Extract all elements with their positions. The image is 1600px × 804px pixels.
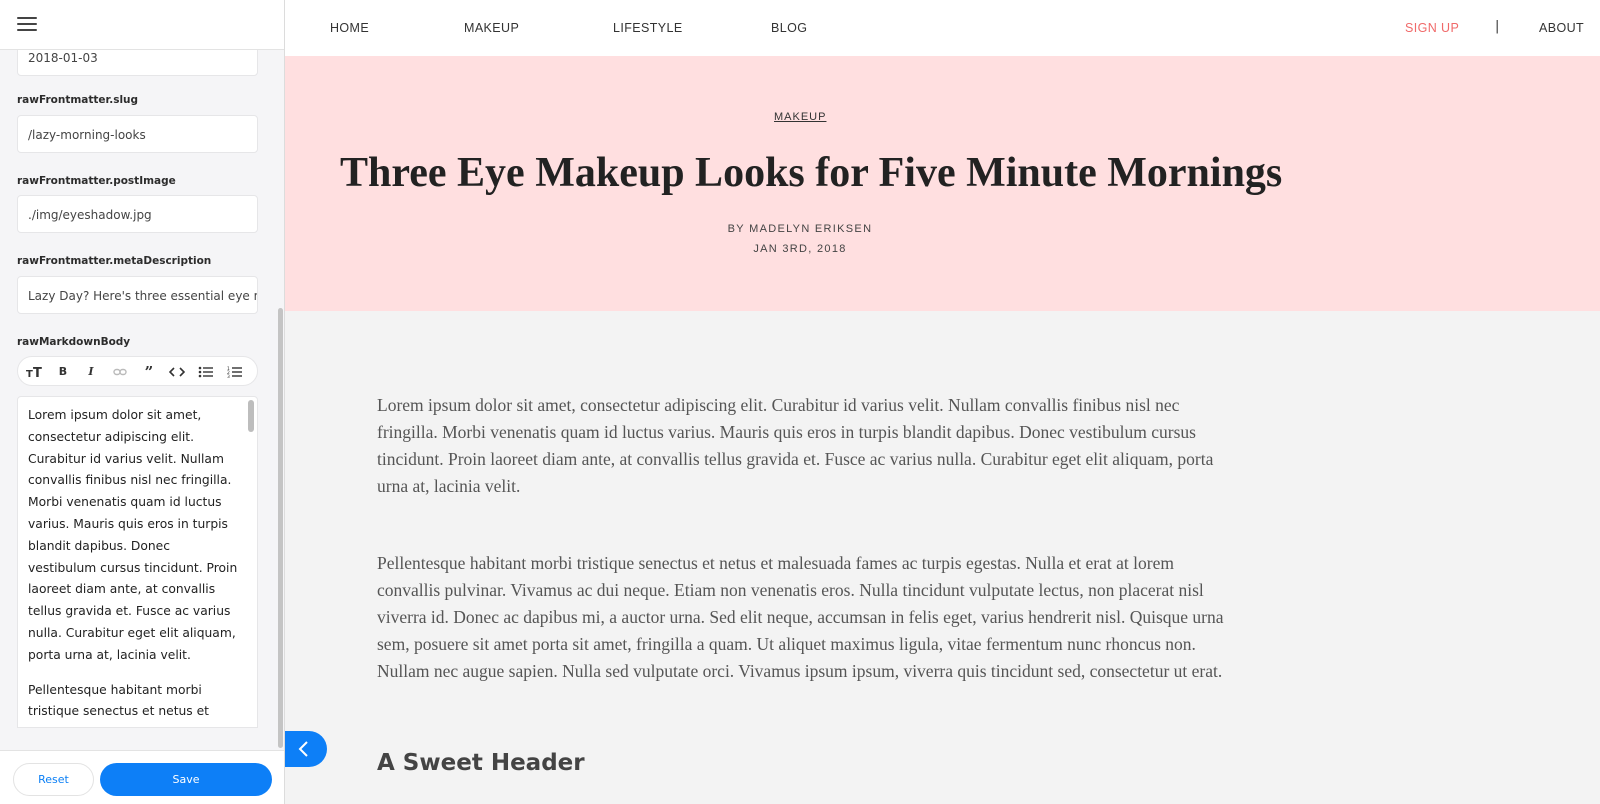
link-icon[interactable] [110, 363, 130, 381]
markdown-editor[interactable]: Lorem ipsum dolor sit amet, consectetur … [17, 396, 258, 728]
save-button[interactable]: Save [100, 763, 272, 796]
bold-icon[interactable]: B [53, 363, 73, 381]
nav-signup[interactable]: SIGN UP [1405, 21, 1459, 35]
post-image-field[interactable]: ./img/eyeshadow.jpg [17, 195, 258, 233]
nav-makeup[interactable]: MAKEUP [464, 21, 519, 35]
bullet-list-icon[interactable] [196, 363, 216, 381]
date-field[interactable]: 2018-01-03 [17, 50, 258, 76]
markdown-body-label: rawMarkdownBody [17, 336, 131, 348]
nav-about[interactable]: ABOUT [1539, 21, 1584, 35]
post-paragraph: Lorem ipsum dolor sit amet, consectetur … [377, 395, 1214, 496]
svg-text:T: T [26, 369, 33, 379]
markdown-toolbar: TT B I ” 123 [17, 356, 258, 386]
meta-description-field[interactable]: Lazy Day? Here's three essential eye ma [17, 276, 258, 314]
hamburger-menu-icon[interactable] [17, 17, 37, 31]
nav-blog[interactable]: BLOG [771, 21, 807, 35]
post-date: JAN 3RD, 2018 [753, 243, 847, 255]
italic-icon[interactable]: I [81, 363, 101, 381]
post-category-link[interactable]: MAKEUP [774, 111, 826, 123]
sidebar-header [0, 0, 284, 50]
meta-description-label: rawFrontmatter.metaDescription [17, 255, 212, 267]
heading-icon[interactable]: TT [24, 363, 44, 381]
post-image-label: rawFrontmatter.postImage [17, 175, 176, 187]
collapse-sidebar-button[interactable] [285, 731, 327, 767]
nav-home[interactable]: HOME [330, 21, 369, 35]
post-hero: MAKEUP Three Eye Makeup Looks for Five M… [285, 56, 1600, 311]
post-byline: BY MADELYN ERIKSEN [727, 223, 873, 235]
post-subheading: A Sweet Header [377, 750, 585, 776]
reset-button[interactable]: Reset [13, 763, 94, 796]
quote-icon[interactable]: ” [139, 363, 159, 381]
markdown-paragraph: Lorem ipsum dolor sit amet, consectetur … [28, 408, 238, 662]
sidebar-footer: Reset Save [0, 750, 284, 804]
editor-scrollbar-thumb[interactable] [248, 400, 254, 432]
svg-text:3: 3 [227, 374, 230, 379]
markdown-paragraph: Pellentesque habitant morbi tristique se… [28, 682, 210, 719]
numbered-list-icon[interactable]: 123 [225, 363, 245, 381]
site-nav: HOME MAKEUP LIFESTYLE BLOG SIGN UP | ABO… [285, 0, 1600, 56]
post-title: Three Eye Makeup Looks for Five Minute M… [340, 150, 1283, 196]
slug-label: rawFrontmatter.slug [17, 94, 139, 106]
post-paragraph: Pellentesque habitant morbi tristique se… [377, 553, 1224, 681]
sidebar-scrollbar-thumb[interactable] [278, 308, 283, 748]
nav-separator: | [1495, 19, 1500, 34]
code-icon[interactable] [167, 363, 187, 381]
cms-sidebar: 2018-01-03 rawFrontmatter.slug /lazy-mor… [0, 0, 285, 804]
nav-lifestyle[interactable]: LIFESTYLE [613, 21, 683, 35]
markdown-text[interactable]: Lorem ipsum dolor sit amet, consectetur … [28, 405, 238, 727]
svg-text:T: T [33, 366, 42, 379]
chevron-left-icon [298, 741, 308, 757]
slug-field[interactable]: /lazy-morning-looks [17, 115, 258, 153]
